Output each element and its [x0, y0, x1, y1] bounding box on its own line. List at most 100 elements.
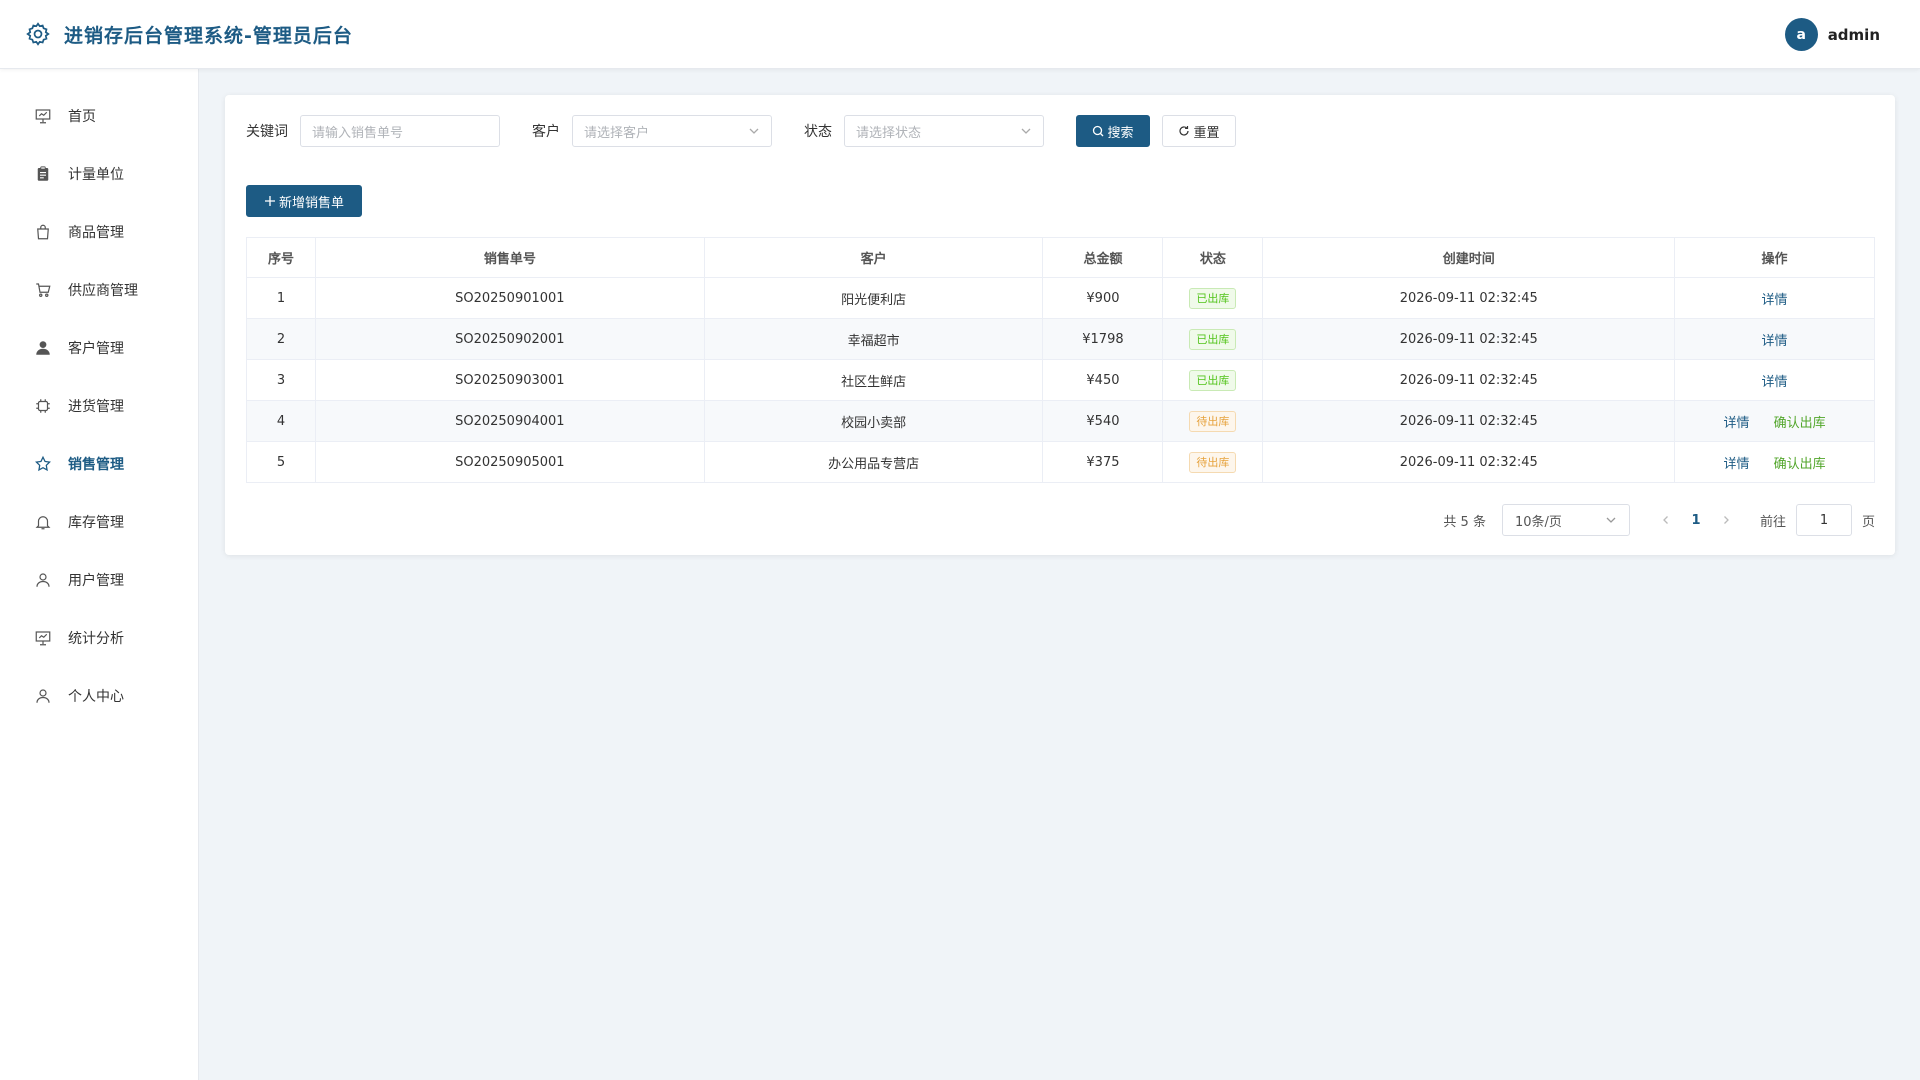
sidebar-item-label: 个人中心: [68, 689, 124, 705]
avatar[interactable]: a: [1784, 18, 1818, 51]
detail-link[interactable]: 详情: [1762, 375, 1788, 390]
detail-link[interactable]: 详情: [1762, 334, 1788, 349]
presentation-icon: [34, 107, 52, 125]
col-header-created: 创建时间: [1262, 237, 1676, 278]
detail-link[interactable]: 详情: [1723, 416, 1749, 431]
sidebar-item-suppliers[interactable]: 供应商管理: [0, 261, 198, 319]
goto-label: 前往: [1759, 514, 1786, 530]
cell-customer: 阳光便利店: [703, 277, 1044, 319]
keyword-input[interactable]: 请输入销售单号: [300, 115, 500, 147]
table-row: 2 SO20250902001 幸福超市 ¥1798 已出库 2026-09-1…: [246, 318, 1875, 360]
reset-button-label: 重置: [1193, 125, 1220, 141]
status-placeholder: 请选择状态: [856, 125, 922, 141]
app-title: 进销存后台管理系统-管理员后台: [64, 24, 353, 47]
sidebar-item-users[interactable]: 用户管理: [0, 551, 198, 609]
col-header-order-no: 销售单号: [314, 237, 705, 278]
status-badge: 已出库: [1189, 287, 1237, 309]
filter-bar: 关键词 请输入销售单号 客户 请选择客户 状态 请选择状态 搜索 重置: [246, 115, 1236, 147]
sidebar: 首页 计量单位 商品管理 供应商管理 客户管理 进货管理 销售管理 库存管理 用…: [0, 69, 199, 1080]
reset-button[interactable]: 重置: [1162, 115, 1236, 147]
chevron-down-icon: [1020, 125, 1032, 137]
username[interactable]: admin: [1828, 26, 1880, 44]
detail-link[interactable]: 详情: [1723, 457, 1749, 472]
detail-link[interactable]: 详情: [1762, 293, 1788, 308]
presentation-icon: [34, 629, 52, 647]
sidebar-item-label: 用户管理: [68, 573, 124, 589]
search-button[interactable]: 搜索: [1076, 115, 1150, 147]
col-header-customer: 客户: [703, 237, 1044, 278]
sidebar-item-sales[interactable]: 销售管理: [0, 435, 198, 493]
page-suffix-label: 页: [1861, 514, 1875, 530]
status-badge: 已出库: [1189, 369, 1237, 391]
refresh-icon: [1179, 126, 1190, 136]
add-sales-order-button[interactable]: 新增销售单: [246, 185, 362, 217]
user-icon: [34, 687, 52, 705]
goto-page-input[interactable]: [1795, 504, 1852, 536]
cell-order-no: SO20250905001: [314, 441, 705, 483]
cell-created: 2026-09-11 02:32:45: [1262, 400, 1676, 442]
table-row: 4 SO20250904001 校园小卖部 ¥540 待出库 2026-09-1…: [246, 400, 1875, 442]
cell-status: 待出库: [1162, 400, 1264, 442]
plus-icon: [264, 196, 275, 206]
user-icon: [34, 571, 52, 589]
cell-amount: ¥375: [1042, 441, 1164, 483]
table-row: 3 SO20250903001 社区生鲜店 ¥450 已出库 2026-09-1…: [246, 359, 1875, 401]
sidebar-item-label: 客户管理: [68, 341, 124, 357]
cell-index: 3: [246, 359, 316, 401]
cell-customer: 校园小卖部: [703, 400, 1044, 442]
confirm-outbound-link[interactable]: 确认出库: [1774, 457, 1826, 472]
page-size-select[interactable]: 10条/页: [1501, 504, 1630, 536]
gear-icon: [25, 21, 51, 47]
keyword-label: 关键词: [246, 124, 288, 140]
shopping-bag-icon: [34, 223, 52, 241]
next-page-button[interactable]: [1714, 515, 1738, 525]
cell-actions: 详情: [1674, 318, 1875, 360]
search-button-label: 搜索: [1107, 125, 1134, 141]
sidebar-item-label: 商品管理: [68, 225, 124, 241]
chevron-down-icon: [748, 125, 760, 137]
user-filled-icon: [34, 339, 52, 357]
cell-created: 2026-09-11 02:32:45: [1262, 441, 1676, 483]
table-row: 5 SO20250905001 办公用品专营店 ¥375 待出库 2026-09…: [246, 441, 1875, 483]
sidebar-item-inventory[interactable]: 库存管理: [0, 493, 198, 551]
col-header-status: 状态: [1162, 237, 1264, 278]
cell-customer: 社区生鲜店: [703, 359, 1044, 401]
sidebar-item-home[interactable]: 首页: [0, 87, 198, 145]
user-menu[interactable]: a admin: [1784, 18, 1880, 51]
cell-index: 4: [246, 400, 316, 442]
add-button-label: 新增销售单: [278, 195, 344, 211]
cell-status: 已出库: [1162, 359, 1264, 401]
sidebar-item-label: 首页: [68, 109, 96, 125]
status-badge: 待出库: [1189, 410, 1237, 432]
bell-icon: [34, 513, 52, 531]
table-row: 1 SO20250901001 阳光便利店 ¥900 已出库 2026-09-1…: [246, 277, 1875, 319]
status-label: 状态: [804, 124, 832, 140]
cell-created: 2026-09-11 02:32:45: [1262, 277, 1676, 319]
cell-amount: ¥540: [1042, 400, 1164, 442]
sidebar-item-profile[interactable]: 个人中心: [0, 667, 198, 725]
cell-actions: 详情: [1674, 277, 1875, 319]
cell-created: 2026-09-11 02:32:45: [1262, 318, 1676, 360]
sidebar-item-customers[interactable]: 客户管理: [0, 319, 198, 377]
customer-select[interactable]: 请选择客户: [572, 115, 772, 147]
cell-index: 5: [246, 441, 316, 483]
page-number-current[interactable]: 1: [1678, 513, 1714, 528]
cell-actions: 详情 确认出库: [1674, 400, 1875, 442]
main-card: 关键词 请输入销售单号 客户 请选择客户 状态 请选择状态 搜索 重置 新增销售…: [225, 95, 1895, 555]
sidebar-item-products[interactable]: 商品管理: [0, 203, 198, 261]
top-header: 进销存后台管理系统-管理员后台 a admin: [0, 0, 1920, 69]
cell-status: 已出库: [1162, 277, 1264, 319]
sidebar-item-units[interactable]: 计量单位: [0, 145, 198, 203]
cell-order-no: SO20250903001: [314, 359, 705, 401]
sidebar-item-statistics[interactable]: 统计分析: [0, 609, 198, 667]
sidebar-item-purchase[interactable]: 进货管理: [0, 377, 198, 435]
cell-order-no: SO20250904001: [314, 400, 705, 442]
prev-page-button[interactable]: [1654, 515, 1678, 525]
sidebar-item-label: 统计分析: [68, 631, 124, 647]
confirm-outbound-link[interactable]: 确认出库: [1774, 416, 1826, 431]
cell-status: 待出库: [1162, 441, 1264, 483]
col-header-index: 序号: [246, 237, 316, 278]
status-select[interactable]: 请选择状态: [844, 115, 1044, 147]
status-badge: 待出库: [1189, 451, 1237, 473]
chevron-right-icon: [1724, 516, 1729, 524]
